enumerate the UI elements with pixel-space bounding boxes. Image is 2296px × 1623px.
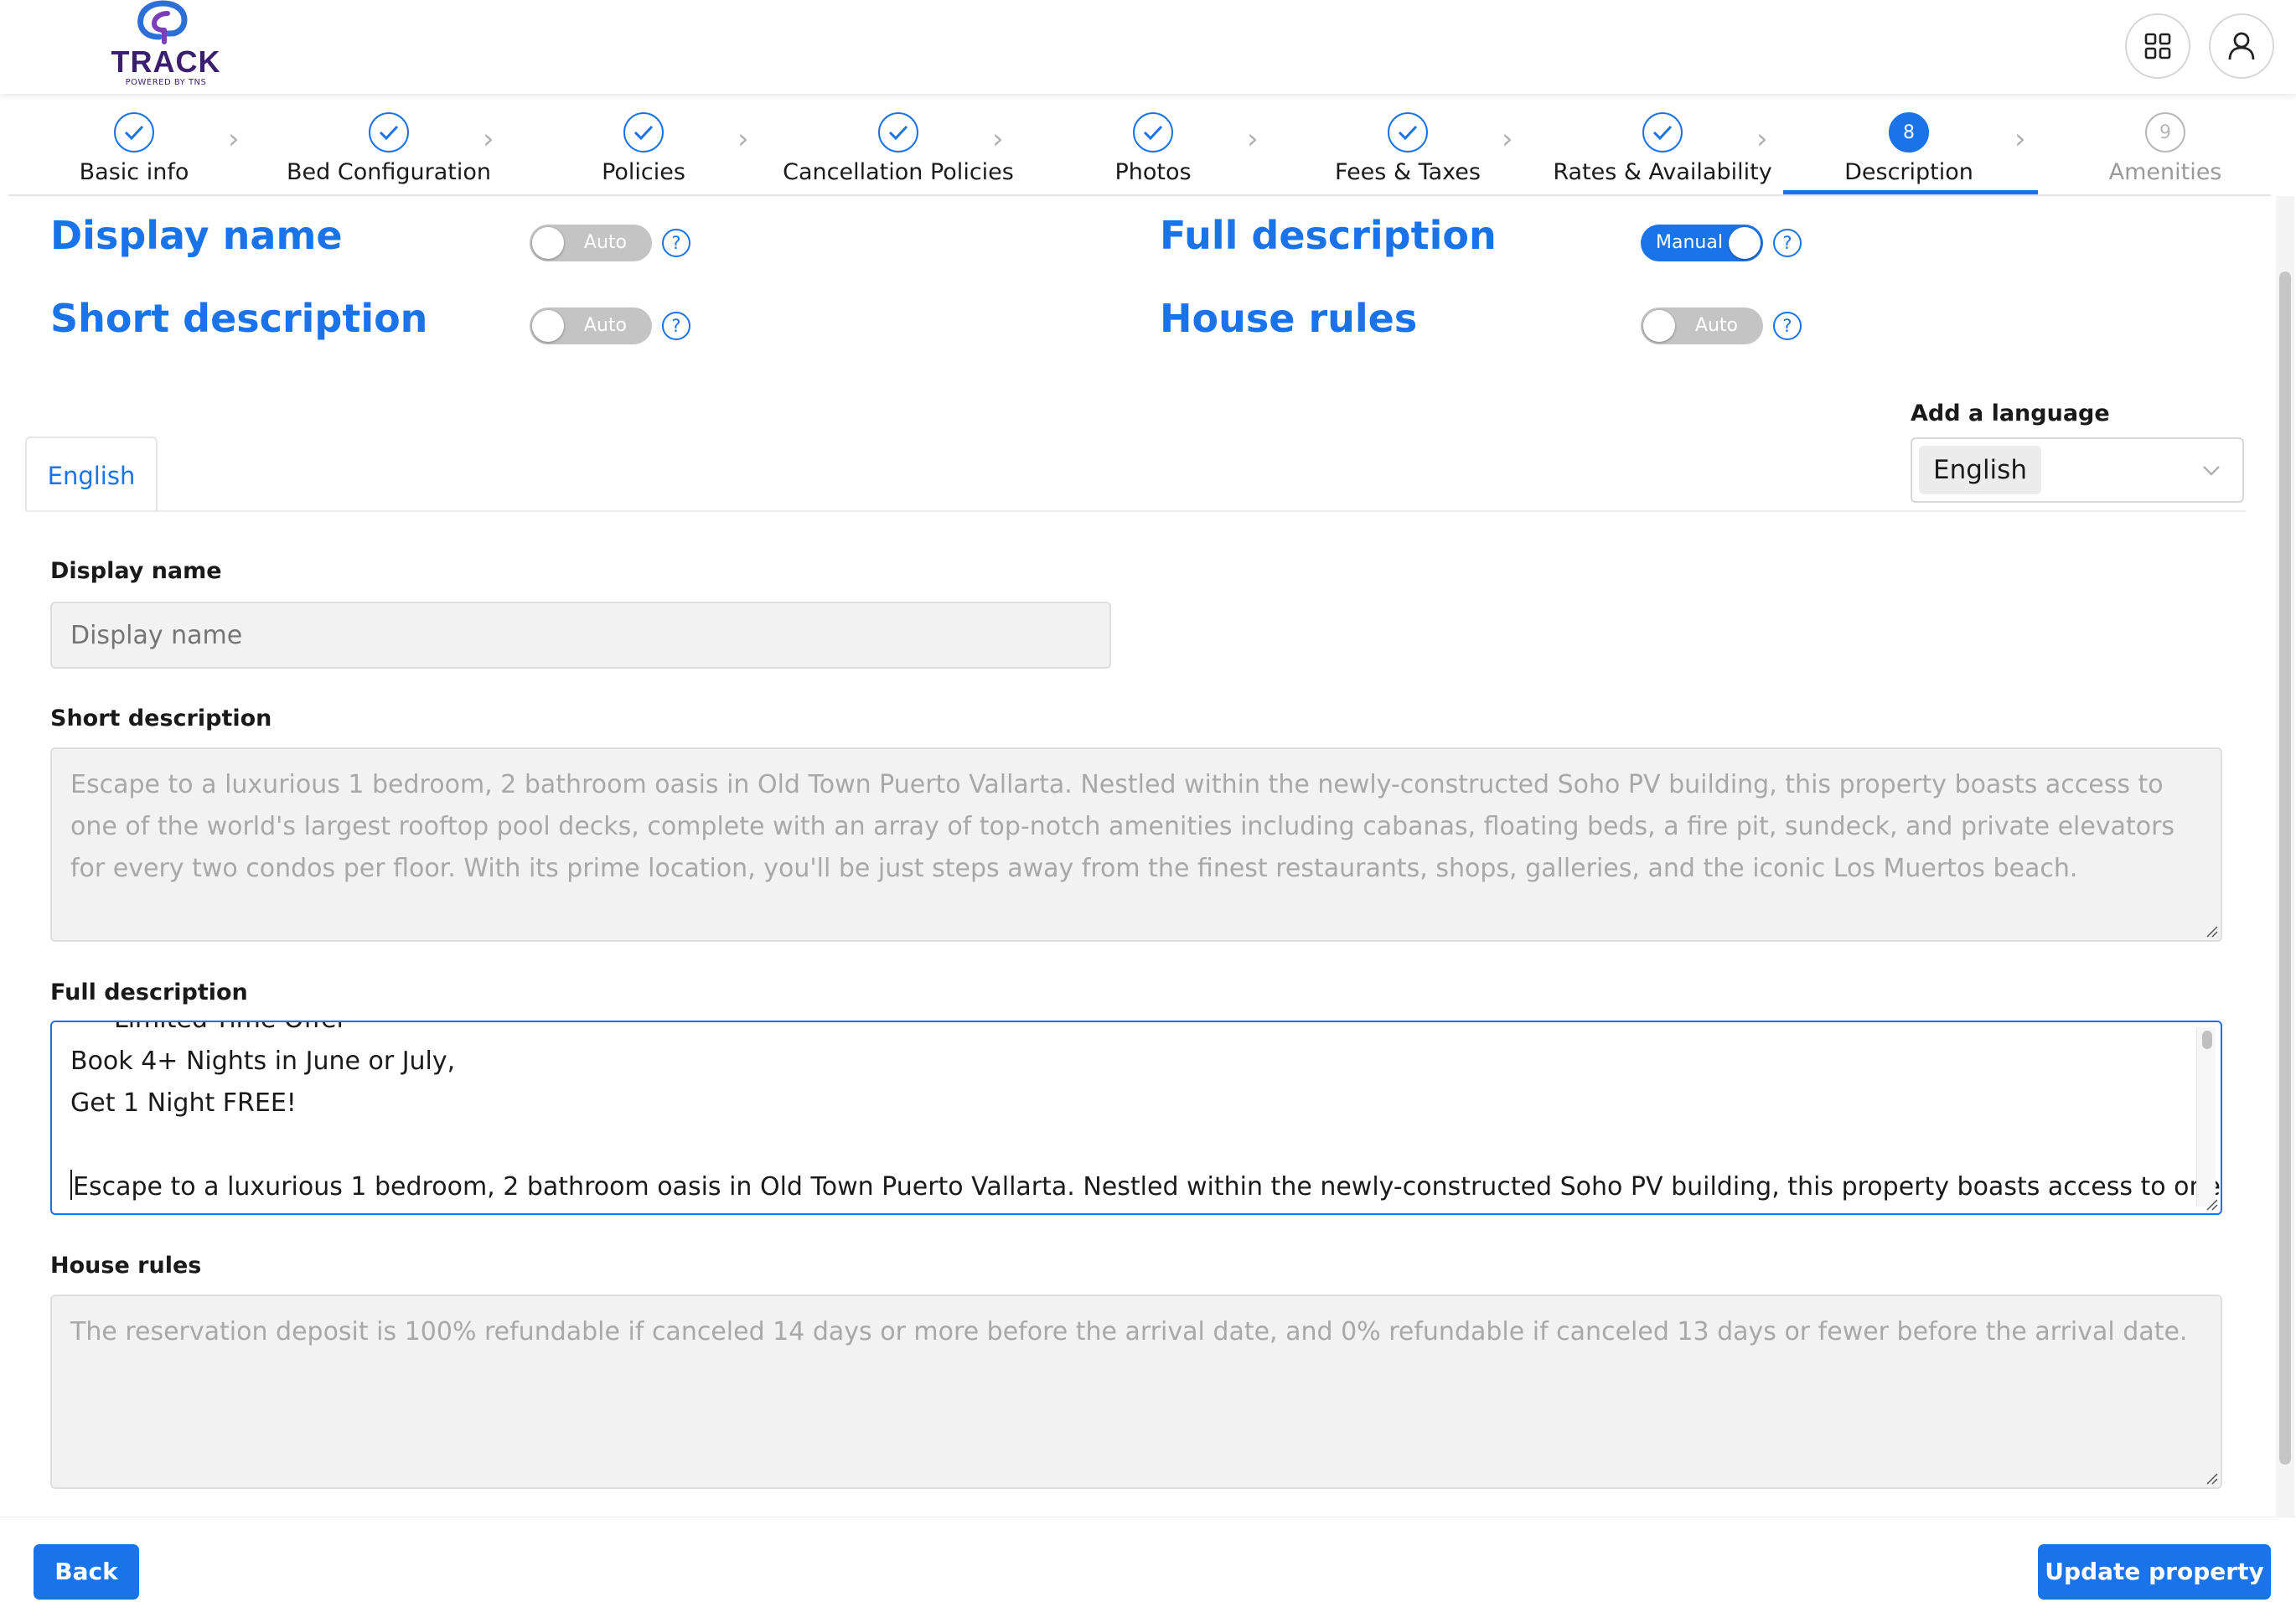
check-icon [369, 112, 409, 152]
toggle-label: Auto [583, 315, 627, 336]
user-menu-button[interactable] [2209, 13, 2274, 79]
update-property-button[interactable]: Update property [2038, 1544, 2271, 1600]
toggle-knob [1643, 310, 1675, 342]
step-fees-taxes[interactable]: Fees & Taxes [1282, 94, 1533, 194]
chevron-right-icon: › [228, 122, 240, 156]
text-cursor [70, 1170, 72, 1200]
tab-divider [25, 510, 2246, 512]
step-policies[interactable]: Policies [518, 94, 769, 194]
toggle-knob [532, 310, 564, 342]
full-description-line: Book 4+ Nights in June or July, [70, 1047, 456, 1076]
step-number-badge: 9 [2145, 112, 2185, 152]
wizard-stepper: Basic info › Bed Configuration › Policie… [8, 94, 2271, 196]
check-icon [623, 112, 664, 152]
check-icon [1133, 112, 1173, 152]
resize-grip-icon [2206, 1199, 2218, 1211]
logo-text: TRACK [111, 44, 221, 79]
full-description-textarea[interactable]: Limited-Time Offer Book 4+ Nights in Jun… [50, 1021, 2222, 1215]
scrollbar-thumb[interactable] [2279, 271, 2291, 1465]
house-rules-text: The reservation deposit is 100% refundab… [70, 1317, 2188, 1346]
user-icon [2228, 32, 2255, 60]
step-label: Fees & Taxes [1335, 159, 1481, 185]
short-description-text: Escape to a luxurious 1 bedroom, 2 bathr… [70, 770, 2175, 883]
step-basic-info[interactable]: Basic info [8, 94, 260, 194]
footer-bar: Back Update property [0, 1517, 2296, 1623]
tab-english[interactable]: English [25, 437, 158, 512]
step-cancellation-policies[interactable]: Cancellation Policies [773, 94, 1024, 194]
short-description-mode-toggle[interactable]: Auto [530, 308, 652, 344]
full-description-mode-toggle[interactable]: Manual [1641, 225, 1763, 261]
grid-icon [2144, 33, 2171, 59]
toggle-label: Auto [1694, 315, 1738, 336]
display-name-input[interactable] [50, 602, 1111, 669]
step-photos[interactable]: Photos [1027, 94, 1279, 194]
full-description-content: Limited-Time Offer Book 4+ Nights in Jun… [70, 1022, 2221, 1208]
check-icon [878, 112, 918, 152]
house-rules-textarea[interactable]: The reservation deposit is 100% refundab… [50, 1295, 2222, 1489]
add-language-label: Add a language [1911, 401, 2110, 426]
step-label: Amenities [2108, 159, 2222, 185]
step-label: Cancellation Policies [783, 159, 1014, 185]
chevron-right-icon: › [483, 122, 494, 156]
step-bed-configuration[interactable]: Bed Configuration [263, 94, 515, 194]
full-description-line: Get 1 Night FREE! [70, 1088, 297, 1118]
short-description-textarea[interactable]: Escape to a luxurious 1 bedroom, 2 bathr… [50, 747, 2222, 942]
display-name-heading: Display name [50, 213, 343, 258]
full-description-line: Escape to a luxurious 1 bedroom, 2 bathr… [73, 1172, 2222, 1202]
check-icon [1388, 112, 1428, 152]
short-description-heading: Short description [50, 296, 428, 341]
short-description-label: Short description [50, 706, 272, 731]
step-label: Rates & Availability [1553, 159, 1772, 185]
textarea-scrollbar[interactable] [2196, 1027, 2216, 1207]
help-icon[interactable]: ? [1773, 312, 1802, 340]
house-rules-label: House rules [50, 1253, 202, 1279]
chevron-right-icon: › [1502, 122, 1513, 156]
chevron-right-icon: › [992, 122, 1004, 156]
chevron-right-icon: › [737, 122, 749, 156]
resize-grip-icon [2206, 1473, 2218, 1485]
chevron-right-icon: › [2014, 122, 2026, 156]
step-label: Description [1844, 159, 1973, 185]
help-icon[interactable]: ? [1773, 229, 1802, 257]
house-rules-heading: House rules [1160, 296, 1418, 341]
house-rules-mode-toggle[interactable]: Auto [1641, 308, 1763, 344]
language-select[interactable]: English [1911, 437, 2244, 503]
step-label: Policies [602, 159, 685, 185]
help-icon[interactable]: ? [662, 229, 690, 257]
chevron-right-icon: › [1247, 122, 1259, 156]
toggle-label: Auto [583, 232, 627, 253]
page-scrollbar[interactable] [2276, 196, 2294, 1517]
chevron-right-icon: › [1756, 122, 1768, 156]
scrollbar-thumb[interactable] [2202, 1031, 2212, 1049]
full-description-line-row: Escape to a luxurious 1 bedroom, 2 bathr… [70, 1166, 2221, 1208]
selected-language-chip: English [1919, 446, 2041, 494]
step-label: Basic info [79, 159, 189, 185]
help-icon[interactable]: ? [662, 312, 690, 340]
step-number-badge: 8 [1889, 112, 1929, 152]
logo-subtitle: POWERED BY TNS [125, 78, 207, 87]
step-amenities[interactable]: 9 Amenities [2040, 94, 2291, 194]
check-icon [114, 112, 154, 152]
toggle-label: Manual [1656, 232, 1723, 253]
track-logo[interactable]: TRACK POWERED BY TNS [107, 0, 225, 94]
step-label: Bed Configuration [287, 159, 491, 185]
full-description-line: Limited-Time Offer [70, 1022, 2170, 1041]
resize-grip-icon [2206, 926, 2218, 938]
toggle-knob [532, 227, 564, 259]
step-rates-availability[interactable]: Rates & Availability [1537, 94, 1788, 194]
full-description-heading: Full description [1160, 213, 1497, 258]
step-label: Photos [1114, 159, 1192, 185]
display-name-label: Display name [50, 558, 222, 584]
apps-button[interactable] [2125, 13, 2190, 79]
full-description-label: Full description [50, 979, 248, 1005]
display-name-mode-toggle[interactable]: Auto [530, 225, 652, 261]
top-bar: TRACK POWERED BY TNS [0, 0, 2296, 94]
check-icon [1642, 112, 1683, 152]
chevron-down-icon [2203, 466, 2220, 476]
step-description[interactable]: 8 Description [1783, 94, 2038, 194]
logo-mark-icon [137, 0, 188, 44]
back-button[interactable]: Back [34, 1544, 139, 1600]
toggle-knob [1729, 227, 1761, 259]
